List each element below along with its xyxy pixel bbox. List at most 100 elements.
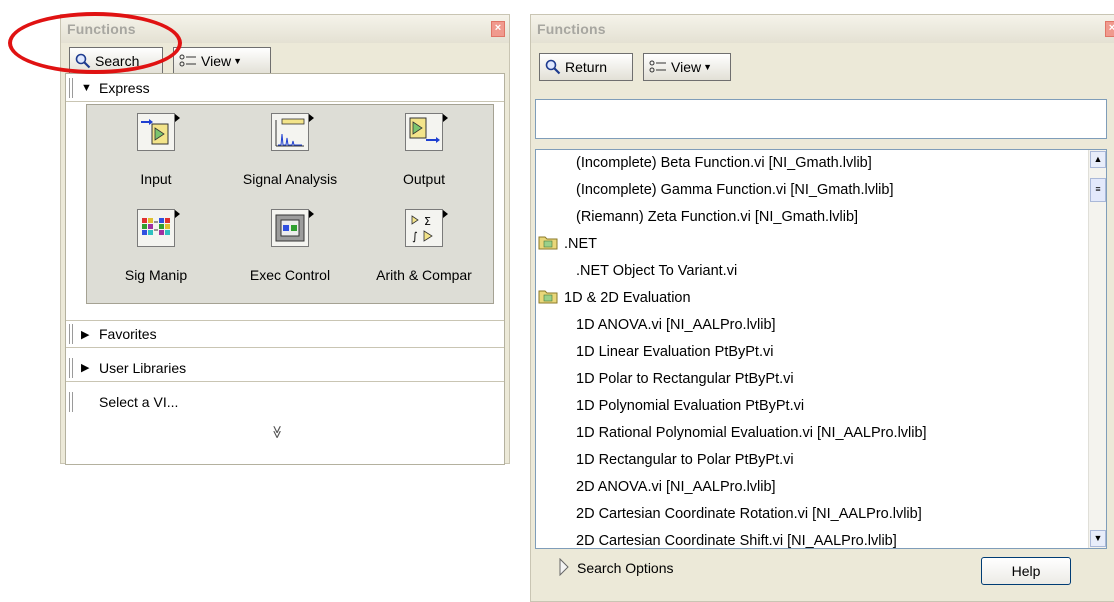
list-item[interactable]: .NET Object To Variant.vi <box>544 258 737 284</box>
disclosure-triangle-icon <box>559 557 569 579</box>
express-item-label: Output <box>402 171 446 187</box>
list-item-label: .NET <box>564 236 598 252</box>
select-a-vi[interactable]: Select a VI... <box>66 388 504 416</box>
list-item[interactable]: 1D Linear Evaluation PtByPt.vi <box>544 339 773 365</box>
search-button-label: Search <box>95 53 140 69</box>
scroll-up-icon[interactable]: ▲ <box>1090 151 1106 168</box>
view-list-icon <box>179 54 197 68</box>
view-menu-label: View <box>671 59 702 75</box>
output-icon <box>405 113 448 151</box>
functions-palette-right: Functions × Return View ▼ (Incomplete) B… <box>530 14 1114 602</box>
exec-control-icon <box>271 209 314 247</box>
search-results-list[interactable]: (Incomplete) Beta Function.vi [NI_Gmath.… <box>535 149 1107 549</box>
list-item-label: 2D Cartesian Coordinate Rotation.vi [NI_… <box>576 506 922 522</box>
list-item-label: 1D Rectangular to Polar PtByPt.vi <box>576 452 794 468</box>
magnifier-icon <box>75 53 91 69</box>
close-icon[interactable]: × <box>491 21 505 37</box>
close-icon[interactable]: × <box>1105 21 1114 37</box>
svg-text:∫: ∫ <box>412 230 418 243</box>
express-item-arith-compar[interactable]: Σ ∫ Arith & Compar <box>359 205 489 301</box>
express-item-sig-manip[interactable]: Sig Manip <box>91 205 221 301</box>
grip-handle[interactable] <box>69 357 73 378</box>
palette-title: Functions <box>537 21 606 37</box>
express-item-label: Exec Control <box>249 267 331 283</box>
category-label: User Libraries <box>99 359 187 376</box>
select-vi-label: Select a VI... <box>99 394 179 410</box>
svg-text:Σ: Σ <box>424 215 431 228</box>
palette-titlebar[interactable]: Functions × <box>61 15 509 43</box>
magnifier-icon <box>545 59 561 75</box>
dropdown-arrow-icon: ▼ <box>233 56 243 66</box>
express-item-label: Arith & Compar <box>376 267 472 283</box>
return-button[interactable]: Return <box>539 53 633 81</box>
list-item[interactable]: 1D ANOVA.vi [NI_AALPro.lvlib] <box>544 312 776 338</box>
collapsed-triangle-icon: ▶ <box>81 362 90 374</box>
express-item-exec-control[interactable]: Exec Control <box>225 205 355 301</box>
list-item[interactable]: (Incomplete) Beta Function.vi [NI_Gmath.… <box>544 150 872 176</box>
search-options-label: Search Options <box>577 560 674 576</box>
palette-title: Functions <box>67 21 136 37</box>
help-button[interactable]: Help <box>981 557 1071 585</box>
return-button-label: Return <box>565 59 608 75</box>
list-item[interactable]: 2D Cartesian Coordinate Shift.vi [NI_AAL… <box>544 528 897 549</box>
express-item-label: Input <box>140 171 172 187</box>
view-menu-button[interactable]: View ▼ <box>643 53 731 81</box>
search-button[interactable]: Search <box>69 47 163 75</box>
list-item[interactable]: (Riemann) Zeta Function.vi [NI_Gmath.lvl… <box>544 204 858 230</box>
category-express[interactable]: ▼ Express <box>66 74 504 102</box>
scroll-down-icon[interactable]: ▼ <box>1090 530 1106 547</box>
category-label: Favorites <box>99 326 157 342</box>
search-options-toggle[interactable]: Search Options <box>559 555 674 581</box>
search-input[interactable] <box>535 99 1107 139</box>
list-item-label: 1D Linear Evaluation PtByPt.vi <box>576 344 774 360</box>
collapsed-triangle-icon: ▶ <box>81 328 90 341</box>
arith-compar-icon: Σ ∫ <box>405 209 448 247</box>
folder-icon <box>538 234 558 254</box>
category-user-libraries[interactable]: ▶ User Libraries <box>66 354 504 382</box>
express-item-input[interactable]: Input <box>91 109 221 205</box>
express-item-signal-analysis[interactable]: Signal Analysis <box>225 109 355 205</box>
signal-analysis-icon <box>271 113 314 151</box>
list-item[interactable]: 2D ANOVA.vi [NI_AALPro.lvlib] <box>544 474 776 500</box>
list-item-folder[interactable]: .NET <box>538 231 598 257</box>
list-item-label: (Riemann) Zeta Function.vi [NI_Gmath.lvl… <box>576 209 859 225</box>
list-item[interactable]: (Incomplete) Gamma Function.vi [NI_Gmath… <box>544 177 894 203</box>
category-favorites[interactable]: ▶ Favorites <box>66 320 504 348</box>
palette-categories: ▼ Express Input Signal Analysis Output S… <box>65 73 505 465</box>
functions-palette-left: Functions × Search View ▼ ▼ Express Inpu… <box>60 14 510 465</box>
sig-manip-icon <box>137 209 180 247</box>
list-item-label: 1D ANOVA.vi [NI_AALPro.lvlib] <box>576 317 776 333</box>
more-chevron-icon[interactable]: ≫ <box>269 425 285 439</box>
expanded-triangle-icon: ▼ <box>81 81 92 94</box>
scroll-thumb[interactable]: ≡ <box>1090 178 1106 202</box>
list-item-label: 1D Polynomial Evaluation PtByPt.vi <box>576 398 805 414</box>
list-item-label: .NET Object To Variant.vi <box>576 263 738 279</box>
list-item-label: 2D Cartesian Coordinate Shift.vi [NI_AAL… <box>576 533 897 549</box>
list-item-label: 1D & 2D Evaluation <box>564 290 691 306</box>
grip-handle[interactable] <box>69 324 73 344</box>
vertical-scrollbar[interactable]: ▲ ≡ ▼ <box>1088 150 1106 548</box>
list-item-label: (Incomplete) Beta Function.vi [NI_Gmath.… <box>576 155 872 171</box>
list-item-folder[interactable]: 1D & 2D Evaluation <box>538 285 691 311</box>
list-item[interactable]: 1D Polar to Rectangular PtByPt.vi <box>544 366 794 392</box>
list-item[interactable]: 2D Cartesian Coordinate Rotation.vi [NI_… <box>544 501 922 527</box>
express-item-output[interactable]: Output <box>359 109 489 205</box>
view-menu-button[interactable]: View ▼ <box>173 47 271 75</box>
express-subpalette: Input Signal Analysis Output Sig Manip E… <box>86 104 494 304</box>
list-item[interactable]: 1D Polynomial Evaluation PtByPt.vi <box>544 393 804 419</box>
input-icon <box>137 113 180 151</box>
grip-handle[interactable] <box>69 392 73 412</box>
list-item-label: 1D Polar to Rectangular PtByPt.vi <box>576 371 794 387</box>
list-item-label: (Incomplete) Gamma Function.vi [NI_Gmath… <box>576 182 894 198</box>
category-label: Express <box>99 79 150 96</box>
grip-handle[interactable] <box>69 77 73 98</box>
palette-titlebar[interactable]: Functions × <box>531 15 1114 43</box>
list-item[interactable]: 1D Rectangular to Polar PtByPt.vi <box>544 447 794 473</box>
express-item-label: Sig Manip <box>124 267 188 283</box>
list-item-label: 2D ANOVA.vi [NI_AALPro.lvlib] <box>576 479 776 495</box>
list-item-label: 1D Rational Polynomial Evaluation.vi [NI… <box>576 425 927 441</box>
view-list-icon <box>649 60 667 74</box>
list-item[interactable]: 1D Rational Polynomial Evaluation.vi [NI… <box>544 420 927 446</box>
view-menu-label: View <box>201 53 232 69</box>
dropdown-arrow-icon: ▼ <box>703 62 713 72</box>
